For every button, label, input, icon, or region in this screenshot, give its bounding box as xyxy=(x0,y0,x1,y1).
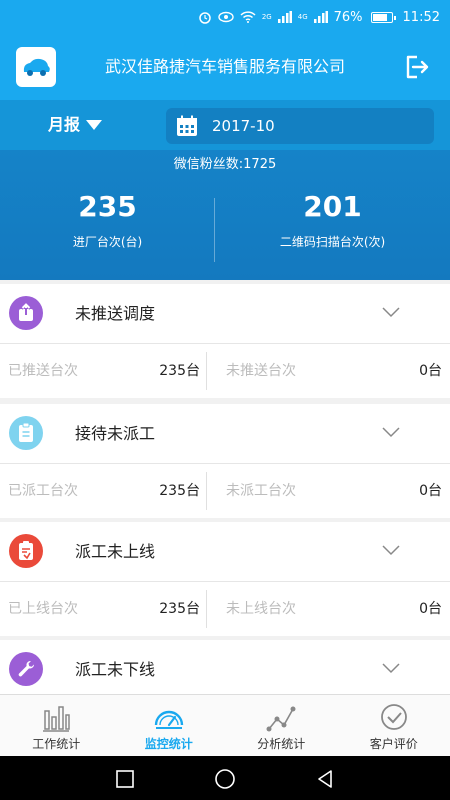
eye-icon xyxy=(218,11,234,23)
chevron-down-icon[interactable] xyxy=(382,306,400,318)
bar-chart-icon xyxy=(43,706,70,732)
recent-apps-icon[interactable] xyxy=(114,768,136,790)
stat-label: 进厂台次(台) xyxy=(72,235,143,249)
stat-value: 201 xyxy=(303,190,362,223)
nav-label: 工作统计 xyxy=(32,737,81,751)
not-online-count-label: 未上线台次 xyxy=(226,601,296,617)
app-header: 武汉佳路捷汽车销售服务有限公司 xyxy=(0,34,450,100)
unpushed-count-value: 0台 xyxy=(419,363,442,379)
nav-label: 监控统计 xyxy=(144,737,193,751)
check-circle-icon xyxy=(380,704,407,730)
net-2g-label: 2G xyxy=(261,12,272,21)
date-value: 2017-10 xyxy=(212,117,275,135)
line-chart-icon xyxy=(266,706,296,732)
nav-label: 分析统计 xyxy=(257,737,306,751)
clipboard-icon xyxy=(9,416,43,450)
status-bar: 2G 4G 76% 11:52 xyxy=(0,0,450,34)
stat-entry-count: 235 进厂台次(台) xyxy=(0,190,215,250)
wechat-fans-count: 微信粉丝数:1725 xyxy=(173,157,277,172)
card-body: 已推送台次 235台 未推送台次 0台 xyxy=(0,344,450,398)
filter-row: 月报 2017-10 xyxy=(0,100,450,150)
upload-icon xyxy=(9,296,43,330)
car-logo-icon xyxy=(23,58,50,76)
pushed-count-value: 235台 xyxy=(159,363,200,379)
nav-work-stats[interactable]: 工作统计 xyxy=(0,695,113,756)
net-4g-label: 4G xyxy=(297,12,308,21)
undispatched-count-value: 0台 xyxy=(419,483,442,499)
pushed-count-label: 已推送台次 xyxy=(8,363,78,379)
battery-percent: 76% xyxy=(333,9,363,25)
alarm-icon xyxy=(199,12,211,24)
nav-monitor-stats[interactable]: 监控统计 xyxy=(113,695,226,756)
card-title: 派工未上线 xyxy=(75,542,156,561)
nav-analysis-stats[interactable]: 分析统计 xyxy=(225,695,338,756)
card-header[interactable]: 接待未派工 xyxy=(0,404,450,464)
back-icon[interactable] xyxy=(314,768,336,790)
cell-divider xyxy=(206,590,207,628)
card-unpushed-dispatch: 未推送调度 已推送台次 235台 未推送台次 0台 xyxy=(0,284,450,398)
online-count-label: 已上线台次 xyxy=(8,601,78,617)
card-dispatched-not-offline: 派工未下线 xyxy=(0,640,450,694)
card-header[interactable]: 派工未上线 xyxy=(0,522,450,582)
undispatched-count-label: 未派工台次 xyxy=(226,483,296,499)
chevron-down-icon[interactable] xyxy=(382,662,400,674)
dispatched-count-value: 235台 xyxy=(159,483,200,499)
stats-panel: 微信粉丝数:1725 235 进厂台次(台) 201 二维码扫描台次(次) xyxy=(0,150,450,280)
card-title: 派工未下线 xyxy=(75,660,156,679)
cell-divider xyxy=(206,472,207,510)
home-icon[interactable] xyxy=(214,768,236,790)
wifi-icon xyxy=(240,11,256,23)
gauge-icon xyxy=(154,710,183,729)
card-body: 已上线台次 235台 未上线台次 0台 xyxy=(0,582,450,636)
page-title: 武汉佳路捷汽车销售服务有限公司 xyxy=(104,57,345,76)
battery-icon xyxy=(370,11,396,23)
nav-customer-review[interactable]: 客户评价 xyxy=(338,695,450,756)
stat-label: 二维码扫描台次(次) xyxy=(279,235,386,249)
signal-icon xyxy=(277,11,292,23)
system-nav-bar xyxy=(0,756,450,800)
app-logo xyxy=(16,47,56,87)
card-header[interactable]: 派工未下线 xyxy=(0,640,450,694)
cell-divider xyxy=(206,352,207,390)
not-online-count-value: 0台 xyxy=(419,601,442,617)
report-type-label: 月报 xyxy=(48,115,81,134)
unpushed-count-label: 未推送台次 xyxy=(226,363,296,379)
chevron-down-icon[interactable] xyxy=(382,426,400,438)
nav-label: 客户评价 xyxy=(369,737,418,751)
card-header[interactable]: 未推送调度 xyxy=(0,284,450,344)
document-icon xyxy=(9,534,43,568)
card-title: 未推送调度 xyxy=(75,304,156,323)
card-reception-undispatched: 接待未派工 已派工台次 235台 未派工台次 0台 xyxy=(0,404,450,518)
stat-qr-scan-count: 201 二维码扫描台次(次) xyxy=(215,190,450,250)
date-picker[interactable]: 2017-10 xyxy=(166,108,434,144)
card-body: 已派工台次 235台 未派工台次 0台 xyxy=(0,464,450,518)
chevron-down-icon[interactable] xyxy=(382,544,400,556)
dropdown-arrow-icon xyxy=(86,120,103,130)
report-type-dropdown[interactable]: 月报 xyxy=(48,100,103,150)
wrench-icon xyxy=(9,652,43,686)
calendar-icon xyxy=(177,115,197,136)
clock: 11:52 xyxy=(402,9,440,25)
signal-icon-2 xyxy=(313,11,328,23)
logout-icon[interactable] xyxy=(402,53,430,81)
bottom-nav: 工作统计 监控统计 分析统计 客户评价 xyxy=(0,694,450,756)
dispatched-count-label: 已派工台次 xyxy=(8,483,78,499)
online-count-value: 235台 xyxy=(159,601,200,617)
card-title: 接待未派工 xyxy=(75,424,156,443)
card-dispatched-not-online: 派工未上线 已上线台次 235台 未上线台次 0台 xyxy=(0,522,450,636)
stat-value: 235 xyxy=(78,190,137,223)
